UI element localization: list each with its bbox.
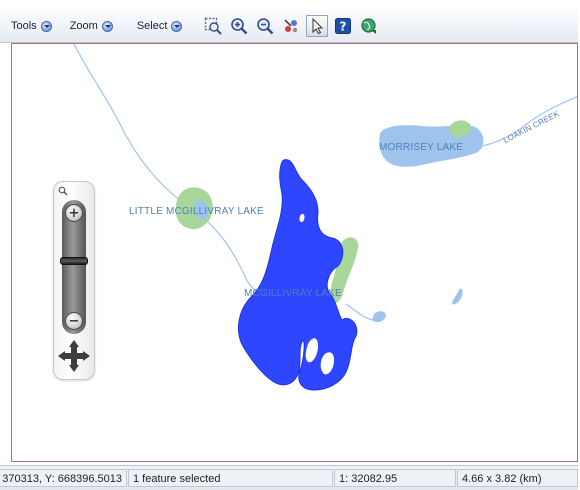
toolbar: Tools Zoom Select ? — [0, 10, 578, 43]
help-button[interactable]: ? — [332, 15, 354, 37]
svg-text:?: ? — [340, 20, 347, 34]
status-bar: 370313, Y: 668396.5013 1 feature selecte… — [0, 465, 578, 490]
zoom-extent-button[interactable] — [202, 15, 224, 37]
zoom-control: + − — [53, 181, 95, 380]
minus-icon: − — [68, 313, 80, 329]
select-menu[interactable]: Select — [137, 14, 183, 38]
help-icon: ? — [335, 18, 352, 34]
magnifier-icon — [58, 186, 68, 196]
globe-refresh-icon — [361, 18, 377, 34]
small-lake-shape — [452, 288, 463, 305]
scale-readout: 1: 32082.95 — [334, 469, 456, 487]
plus-icon: + — [68, 205, 80, 221]
coordinates-text: 370313, Y: 668396.5013 — [2, 473, 122, 485]
pan-arrows-icon — [58, 340, 90, 372]
zoom-slider-track[interactable]: + − — [60, 200, 88, 334]
chevron-down-icon — [171, 20, 183, 32]
identify-icon — [284, 19, 298, 33]
little-mcgillivray-lake-label: LITTLE MCGILLIVRAY LAKE — [129, 206, 264, 217]
zoom-menu[interactable]: Zoom — [70, 14, 113, 38]
stream-line — [481, 96, 577, 147]
zoom-out-control[interactable]: − — [65, 312, 83, 330]
morrisey-lake-label: MORRISEY LAKE — [379, 142, 464, 153]
coordinates-readout: 370313, Y: 668396.5013 — [0, 469, 127, 487]
zoom-in-control[interactable]: + — [65, 204, 83, 222]
extent-readout: 4.66 x 3.82 (km) — [457, 469, 578, 487]
select-menu-label: Select — [136, 20, 168, 32]
tools-menu-label: Tools — [11, 20, 37, 32]
pointer-button[interactable] — [306, 15, 329, 37]
zoom-slider-thumb[interactable] — [60, 257, 88, 266]
mcgillivray-lake-label: MCGILLIVRAY LAKE — [244, 288, 342, 299]
zoom-in-button[interactable] — [228, 15, 250, 37]
zoom-magnifier-button[interactable] — [57, 185, 69, 197]
chevron-down-icon — [40, 20, 52, 32]
globe-refresh-button[interactable] — [358, 15, 380, 37]
map-canvas[interactable]: MORRISEY LAKE LOAKIN CREEK LITTLE MCGILL… — [11, 43, 578, 462]
small-lake-shape — [372, 311, 386, 323]
map-viewer-app: Tools Zoom Select ? MORRISEY LAKE LOAKIN… — [0, 0, 580, 490]
pointer-icon — [312, 17, 324, 35]
zoom-extent-icon — [205, 17, 223, 35]
identify-button[interactable] — [280, 15, 302, 37]
zoom-menu-label: Zoom — [69, 20, 98, 32]
map-layer — [73, 44, 577, 391]
zoom-out-button[interactable] — [254, 15, 276, 37]
zoom-in-icon — [231, 18, 248, 35]
chevron-down-icon — [101, 20, 113, 32]
stream-line — [73, 44, 275, 300]
pan-control[interactable] — [56, 338, 92, 374]
selection-status: 1 feature selected — [128, 469, 333, 487]
zoom-out-icon — [257, 18, 274, 35]
tools-menu[interactable]: Tools — [11, 14, 52, 38]
